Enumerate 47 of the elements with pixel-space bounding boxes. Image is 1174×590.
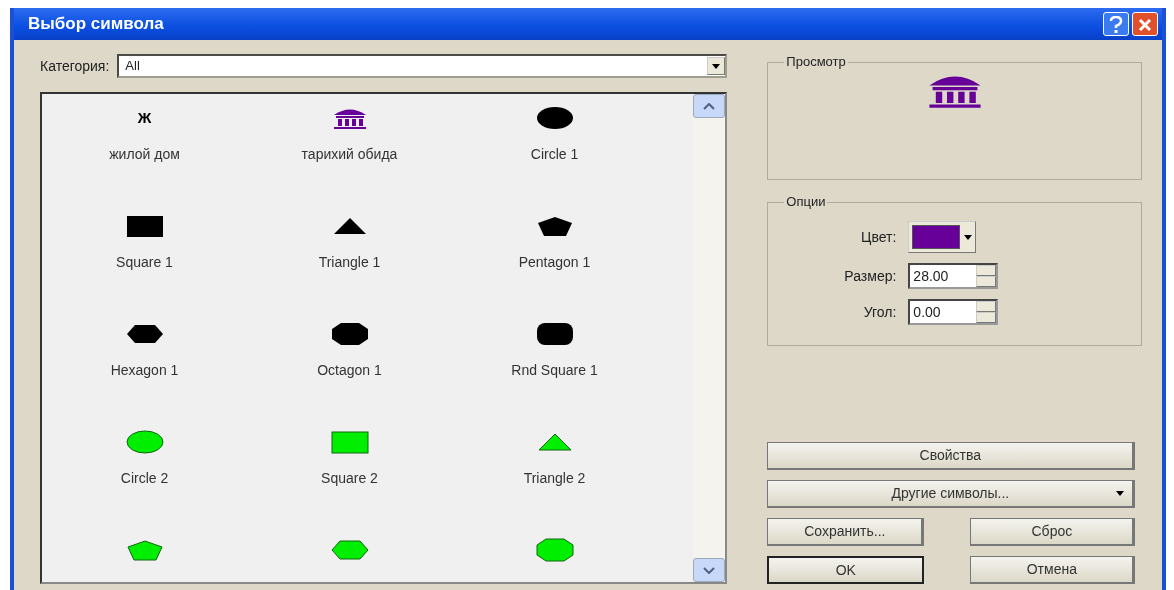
options-title: Опции	[784, 194, 828, 210]
symbol-label: Hexagon 1	[110, 361, 179, 380]
symbol-label: Square 1	[116, 253, 173, 272]
chevron-up-icon	[703, 103, 716, 111]
help-icon	[1108, 15, 1123, 34]
close-button[interactable]	[1132, 12, 1158, 36]
scrollbar[interactable]	[693, 94, 726, 582]
symbol-label: Square 2	[321, 469, 378, 488]
size-label: Размер:	[843, 266, 897, 286]
reset-button[interactable]: Сброс	[970, 518, 1136, 546]
symbol-label: Triangle 1	[318, 253, 381, 272]
more-symbols-button[interactable]: Другие символы...	[767, 480, 1136, 508]
color-picker[interactable]	[908, 221, 977, 253]
symbol-label: Circle 1	[530, 145, 579, 164]
symbol-label: Octagon 1	[317, 361, 382, 380]
caret-icon	[964, 234, 973, 240]
symbol-label: Circle 2	[120, 469, 169, 488]
spin-up-button[interactable]	[976, 301, 997, 312]
spin-up-button[interactable]	[976, 265, 997, 276]
category-label: Категория:	[40, 56, 110, 76]
size-spinner[interactable]: 28.00	[908, 263, 999, 289]
angle-label: Угол:	[862, 302, 897, 322]
caret-icon	[712, 63, 721, 69]
scroll-up-button[interactable]	[693, 94, 726, 118]
symbol-label: Rnd Square 1	[511, 361, 598, 380]
symbol-glyph: Ж	[137, 108, 152, 128]
symbol-label: Triangle 2	[523, 469, 586, 488]
symbol-label: Pentagon 1	[518, 253, 591, 272]
properties-button[interactable]: Свойства	[767, 442, 1136, 470]
symbol-label: тарихий обида	[301, 145, 398, 164]
angle-spinner[interactable]: 0.00	[908, 299, 999, 325]
symbol-label: жилой дом	[109, 145, 180, 164]
spin-down-button[interactable]	[976, 312, 997, 323]
close-icon	[1138, 17, 1152, 32]
color-label: Цвет:	[860, 227, 897, 247]
scroll-down-button[interactable]	[693, 558, 726, 582]
category-dropdown[interactable]: All	[117, 54, 728, 78]
cancel-button[interactable]: Отмена	[970, 556, 1136, 584]
help-button[interactable]	[1102, 12, 1129, 36]
ok-button[interactable]: OK	[767, 556, 925, 584]
caret-icon	[1116, 491, 1125, 496]
save-button[interactable]: Сохранить...	[767, 518, 925, 546]
window-title: Выбор символа	[28, 13, 164, 36]
preview-title: Просмотр	[784, 54, 848, 70]
chevron-down-icon	[703, 567, 716, 575]
dropdown-button[interactable]	[707, 57, 726, 75]
spin-down-button[interactable]	[976, 276, 997, 287]
